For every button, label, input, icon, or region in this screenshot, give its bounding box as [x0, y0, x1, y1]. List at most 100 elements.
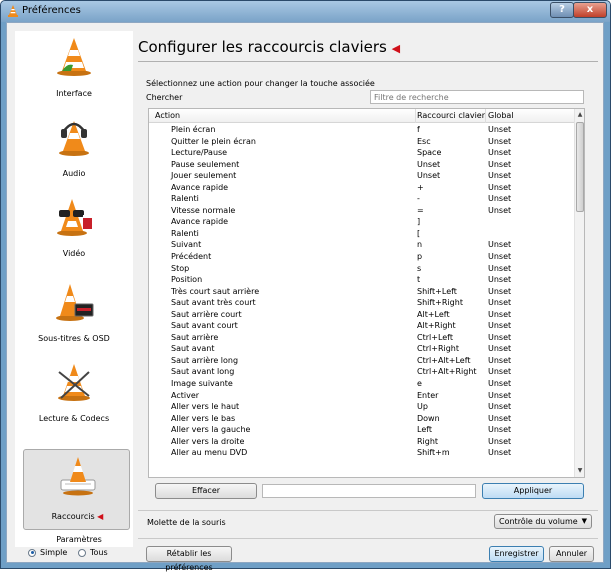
table-row[interactable]: Suivant n Unset [149, 239, 576, 251]
table-row[interactable]: Quitter le plein écran Esc Unset [149, 136, 576, 148]
global-cell: Unset [488, 286, 512, 296]
sidebar-item-label: Raccourcis ◀ [24, 512, 131, 521]
scroll-thumb[interactable] [576, 122, 584, 212]
search-label: Chercher [146, 93, 183, 102]
table-row[interactable]: Saut arrière Ctrl+Left Unset [149, 332, 576, 344]
red-arrow-icon: ◀ [391, 42, 401, 55]
global-cell: Unset [488, 436, 512, 446]
save-button[interactable]: Enregistrer [489, 546, 544, 562]
radio-all[interactable]: Tous [78, 548, 108, 557]
window-title: Préférences [22, 5, 81, 16]
column-header-shortcut[interactable]: Raccourci clavier [417, 111, 485, 120]
sidebar-item-audio[interactable]: Audio [15, 111, 133, 189]
table-row[interactable]: Très court saut arrière Shift+Left Unset [149, 286, 576, 298]
action-cell: Position [171, 275, 203, 285]
reset-preferences-button[interactable]: Rétablir les préférences [146, 546, 232, 572]
shortcut-cell: Ctrl+Right [417, 344, 460, 354]
table-row[interactable]: Aller vers la droite Right Unset [149, 436, 576, 448]
table-row[interactable]: Image suivante e Unset [149, 378, 576, 390]
action-cell: Stop [171, 263, 190, 273]
table-row[interactable]: Avance rapide] [149, 216, 576, 228]
footer-divider [138, 538, 598, 539]
action-cell: Jouer seulement [171, 171, 237, 181]
cancel-label: Annuler [555, 549, 588, 558]
table-row[interactable]: Activer Enter Unset [149, 390, 576, 402]
sidebar-item-playback-codecs[interactable]: Lecture & Codecs [15, 356, 133, 434]
close-button[interactable]: x [573, 2, 607, 18]
table-row[interactable]: Ralenti - Unset [149, 193, 576, 205]
cancel-button[interactable]: Annuler [549, 546, 594, 562]
table-row[interactable]: Saut avant court Alt+Right Unset [149, 320, 576, 332]
table-row[interactable]: Précédent p Unset [149, 251, 576, 263]
radio-simple[interactable]: Simple [28, 548, 67, 557]
shortcut-cell: = [417, 205, 424, 215]
table-row[interactable]: Vitesse normale = Unset [149, 205, 576, 217]
global-cell: Unset [488, 298, 512, 308]
help-button[interactable]: ? [550, 2, 574, 18]
shortcut-cell: f [417, 125, 420, 134]
column-header-global[interactable]: Global [488, 111, 514, 120]
table-row[interactable]: Aller vers le bas Down Unset [149, 413, 576, 425]
table-row[interactable]: Lecture/Pause Space Unset [149, 147, 576, 159]
glasses-cone-icon [57, 199, 92, 236]
shortcut-cell: Ctrl+Left [417, 332, 453, 342]
scroll-up-icon[interactable]: ▲ [575, 109, 584, 121]
sidebar-item-subtitles[interactable]: Sous-titres & OSD [15, 276, 133, 354]
sidebar-item-label: Lecture & Codecs [38, 414, 110, 423]
action-cell: Quitter le plein écran [171, 136, 256, 146]
global-cell: Unset [488, 355, 512, 365]
global-cell: Unset [488, 159, 512, 169]
action-cell: Ralenti [171, 228, 199, 238]
table-row[interactable]: Saut avant très court Shift+Right Unset [149, 297, 576, 309]
shortcut-cell: Unset [417, 159, 441, 169]
global-cell: Unset [488, 309, 512, 319]
table-row[interactable]: Ralenti [ [149, 228, 576, 240]
clear-button[interactable]: Effacer [155, 483, 257, 499]
table-row[interactable]: Position t Unset [149, 274, 576, 286]
table-row[interactable]: Saut avant long Ctrl+Alt+Right Unset [149, 366, 576, 378]
column-divider [485, 109, 486, 123]
category-sidebar: Interface Audio Vidéo Sous-titres & OSD … [15, 31, 133, 547]
codecs-cone-icon [58, 364, 90, 401]
mouse-wheel-select[interactable]: Contrôle du volume ▼ [494, 514, 592, 529]
global-cell: Unset [488, 252, 512, 262]
parameters-title: Paramètres [56, 535, 102, 544]
shortcut-cell: n [417, 240, 423, 250]
search-input[interactable] [370, 90, 584, 104]
action-cell: Pause seulement [171, 159, 240, 169]
vertical-scrollbar[interactable]: ▲ ▼ [574, 109, 584, 477]
shortcut-cell: Esc [417, 136, 431, 146]
table-row[interactable]: Plein écran f Unset [149, 124, 576, 136]
table-row[interactable]: Jouer seulement Unset Unset [149, 170, 576, 182]
table-row[interactable]: Aller au menu DVD Shift+m Unset [149, 447, 576, 459]
column-divider [415, 109, 416, 123]
title-bar: Préférences ? x [1, 1, 610, 22]
table-row[interactable]: Avance rapide + Unset [149, 182, 576, 194]
shortcut-cell: p [417, 252, 423, 262]
sidebar-item-video[interactable]: Vidéo [15, 191, 133, 269]
table-row[interactable]: Saut arrière court Alt+Left Unset [149, 309, 576, 321]
table-row[interactable]: Pause seulement Unset Unset [149, 159, 576, 171]
section-divider [138, 510, 598, 511]
shortcut-key-field[interactable] [262, 484, 476, 498]
apply-button[interactable]: Appliquer [482, 483, 584, 499]
sidebar-item-interface[interactable]: Interface [15, 31, 133, 109]
action-cell: Image suivante [171, 379, 233, 389]
action-cell: Saut arrière [171, 332, 219, 342]
table-row[interactable]: Stop s Unset [149, 263, 576, 275]
shortcut-cell: Shift+Right [417, 298, 463, 308]
table-row[interactable]: Aller vers le haut Up Unset [149, 401, 576, 413]
sidebar-item-shortcuts[interactable]: Raccourcis ◀ [23, 449, 130, 530]
action-cell: Activer [171, 390, 200, 400]
table-row[interactable]: Aller vers la gauche Left Unset [149, 424, 576, 436]
table-row[interactable]: Saut arrière long Ctrl+Alt+Left Unset [149, 355, 576, 367]
radio-unchecked-icon [78, 548, 86, 557]
column-header-action[interactable]: Action [155, 111, 180, 120]
scroll-down-icon[interactable]: ▼ [575, 465, 584, 477]
table-row[interactable]: Saut avant Ctrl+Right Unset [149, 343, 576, 355]
sidebar-item-label: Interface [56, 89, 92, 98]
vlc-cone-icon [8, 5, 18, 17]
action-cell: Précédent [171, 252, 212, 262]
global-cell: Unset [488, 263, 512, 273]
shortcut-cell: + [417, 182, 424, 192]
